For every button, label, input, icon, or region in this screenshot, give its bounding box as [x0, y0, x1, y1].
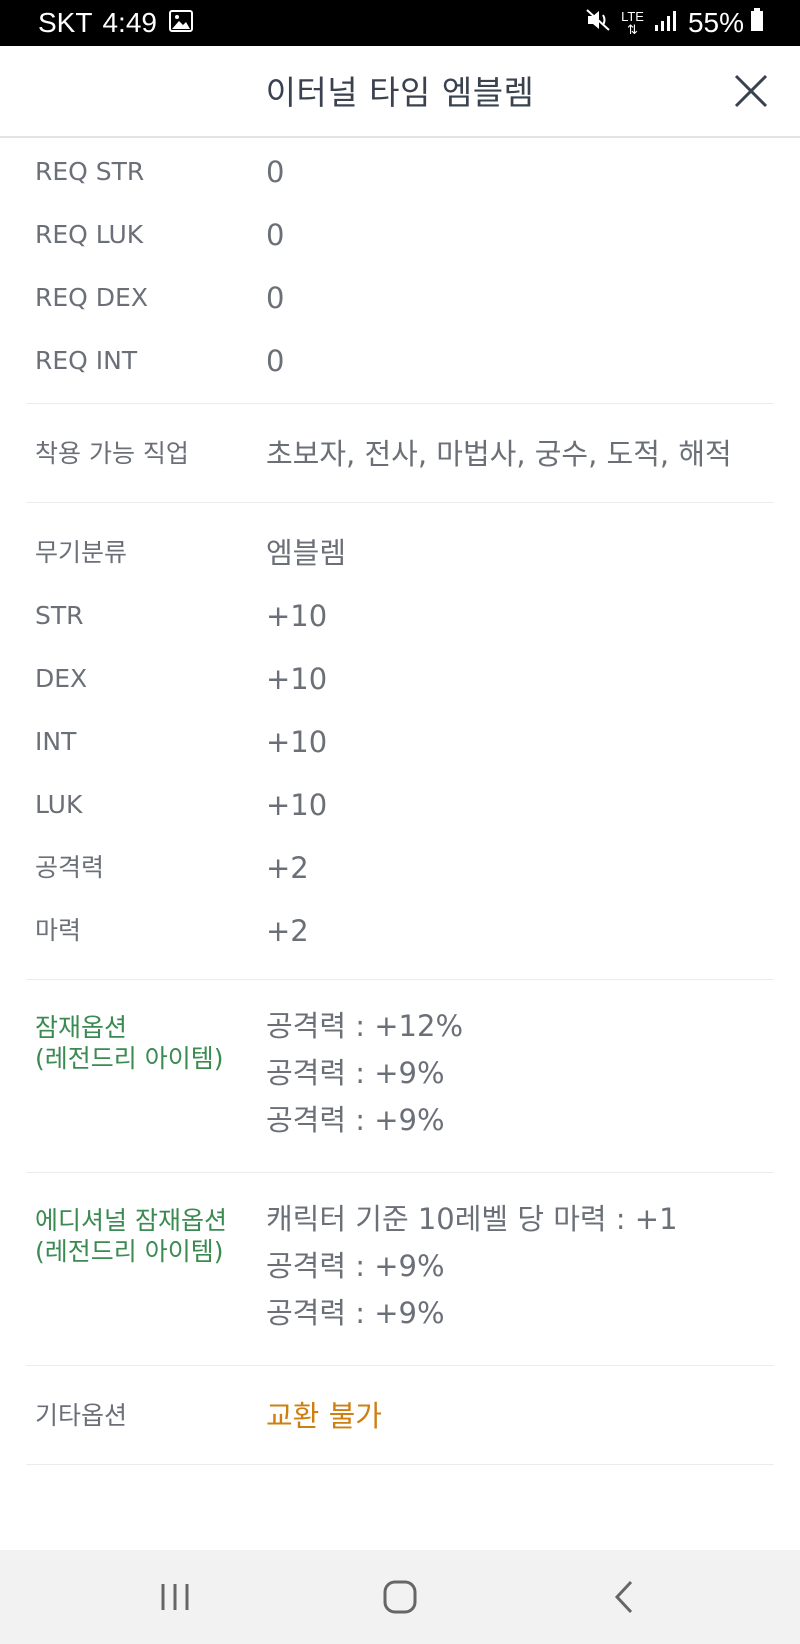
potential-label-line2: (레전드리 아이템)	[35, 1044, 224, 1073]
potential-line: 공격력 : +9%	[266, 1056, 445, 1090]
req-int-value: 0	[266, 344, 285, 378]
other-options-label: 기타옵션	[35, 1401, 128, 1430]
jobs-section: 착용 가능 직업 초보자, 전사, 마법사, 궁수, 도적, 해적	[26, 404, 774, 503]
additional-potential-label: 에디셔널 잠재옵션 (레전드리 아이템)	[35, 1205, 265, 1267]
req-int-row: REQ INT 0	[26, 343, 774, 406]
weapon-type-value: 엠블렘	[266, 536, 347, 570]
req-str-row: REQ STR 0	[26, 154, 774, 217]
attack-row: 공격력 +2	[26, 850, 774, 913]
additional-potential-label-line2: (레전드리 아이템)	[35, 1237, 224, 1266]
req-int-label: REQ INT	[35, 346, 138, 375]
carrier-label: SKT	[38, 7, 93, 38]
item-detail-list: REQ STR 0 REQ LUK 0 REQ DEX 0 REQ INT 0 …	[26, 138, 774, 1465]
additional-potential-line: 공격력 : +9%	[266, 1249, 445, 1283]
dex-row: DEX +10	[26, 661, 774, 724]
magic-value: +2	[266, 914, 309, 948]
int-value: +10	[266, 725, 328, 759]
additional-potential-section: 에디셔널 잠재옵션 (레전드리 아이템) 캐릭터 기준 10레벨 당 마력 : …	[26, 1173, 774, 1366]
potential-line: 공격력 : +9%	[266, 1103, 445, 1137]
str-value: +10	[266, 599, 328, 633]
battery-percent: 55%	[687, 7, 744, 38]
recent-apps-icon	[161, 1584, 189, 1610]
dex-value: +10	[266, 662, 328, 696]
luk-value: +10	[266, 788, 328, 822]
close-button[interactable]	[730, 70, 772, 112]
status-bar: SKT 4:49 LTE ⇅ 55%	[0, 0, 800, 46]
recent-apps-button[interactable]	[150, 1574, 200, 1620]
req-dex-row: REQ DEX 0	[26, 280, 774, 343]
clock: 4:49	[102, 7, 157, 38]
req-str-value: 0	[266, 155, 285, 189]
magic-label: 마력	[35, 916, 82, 945]
other-options-row: 기타옵션 교환 불가	[26, 1398, 774, 1461]
magic-row: 마력 +2	[26, 913, 774, 976]
close-icon	[734, 74, 768, 108]
str-label: STR	[35, 601, 84, 630]
system-navigation-bar	[0, 1550, 800, 1644]
attack-label: 공격력	[35, 853, 105, 882]
additional-potential-label-line1: 에디셔널 잠재옵션	[35, 1206, 227, 1235]
additional-potential-line: 캐릭터 기준 10레벨 당 마력 : +1	[266, 1202, 678, 1236]
home-button[interactable]	[375, 1574, 425, 1620]
back-button[interactable]	[600, 1574, 650, 1620]
str-row: STR +10	[26, 598, 774, 661]
potential-values: 공격력 : +12% 공격력 : +9% 공격력 : +9%	[266, 1006, 774, 1147]
req-luk-row: REQ LUK 0	[26, 217, 774, 280]
jobs-label: 착용 가능 직업	[35, 439, 189, 468]
stats-section: 무기분류 엠블렘 STR +10 DEX +10 INT +10 LUK +10…	[26, 503, 774, 980]
detail-header: 이터널 타임 엠블렘	[0, 46, 800, 138]
jobs-row: 착용 가능 직업 초보자, 전사, 마법사, 궁수, 도적, 해적	[26, 436, 774, 499]
signal-icon	[654, 7, 678, 39]
potential-label-line1: 잠재옵션	[35, 1013, 128, 1042]
page-title: 이터널 타임 엠블렘	[265, 73, 535, 112]
req-luk-label: REQ LUK	[35, 220, 144, 249]
lte-indicator: LTE ⇅	[621, 9, 644, 37]
mute-icon	[585, 7, 611, 39]
battery-icon	[750, 7, 764, 39]
req-luk-value: 0	[266, 218, 285, 252]
image-notification-icon	[168, 7, 193, 39]
potential-label: 잠재옵션 (레전드리 아이템)	[35, 1012, 265, 1074]
req-str-label: REQ STR	[35, 157, 145, 186]
potential-line: 공격력 : +12%	[266, 1009, 464, 1043]
req-dex-label: REQ DEX	[35, 283, 148, 312]
other-options-section: 기타옵션 교환 불가	[26, 1366, 774, 1465]
luk-row: LUK +10	[26, 787, 774, 850]
potential-section: 잠재옵션 (레전드리 아이템) 공격력 : +12% 공격력 : +9% 공격력…	[26, 980, 774, 1173]
attack-value: +2	[266, 851, 309, 885]
int-row: INT +10	[26, 724, 774, 787]
weapon-type-row: 무기분류 엠블렘	[26, 535, 774, 598]
weapon-type-label: 무기분류	[35, 538, 128, 567]
dex-label: DEX	[35, 664, 88, 693]
req-dex-value: 0	[266, 281, 285, 315]
other-options-value: 교환 불가	[266, 1399, 382, 1433]
requirements-section: REQ STR 0 REQ LUK 0 REQ DEX 0 REQ INT 0	[26, 138, 774, 404]
luk-label: LUK	[35, 790, 83, 819]
jobs-value: 초보자, 전사, 마법사, 궁수, 도적, 해적	[266, 437, 732, 471]
home-icon	[383, 1580, 417, 1614]
additional-potential-line: 공격력 : +9%	[266, 1296, 445, 1330]
network-type: LTE	[621, 9, 644, 24]
back-icon	[614, 1580, 633, 1614]
additional-potential-values: 캐릭터 기준 10레벨 당 마력 : +1 공격력 : +9% 공격력 : +9…	[266, 1199, 774, 1340]
int-label: INT	[35, 727, 77, 756]
